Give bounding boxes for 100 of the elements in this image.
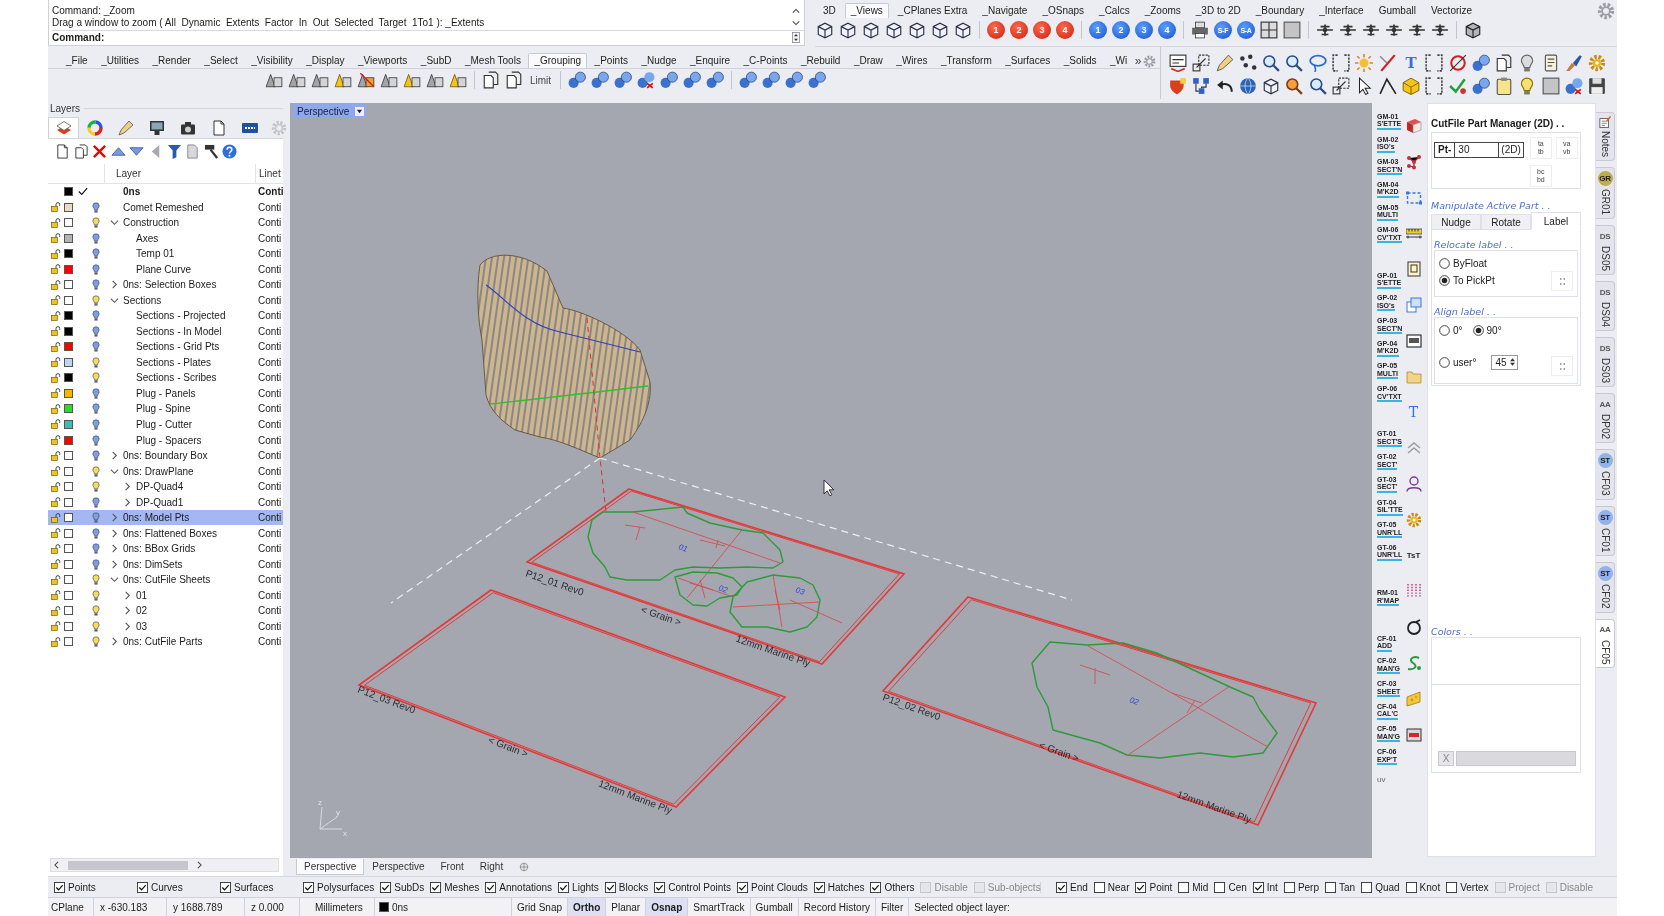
toolbar-tab[interactable]: _Transform <box>934 53 998 68</box>
light-bulb-icon[interactable] <box>92 263 100 275</box>
chevron-right-icon[interactable] <box>110 280 119 290</box>
checkbox[interactable] <box>604 881 616 893</box>
spheres-icon[interactable] <box>1471 77 1490 95</box>
solids-icon[interactable] <box>334 71 352 89</box>
toolbar-tab[interactable]: _Utilities <box>95 53 145 68</box>
side-panel-tab[interactable]: DS DS03 <box>1596 337 1615 388</box>
numbered-view-button[interactable]: 2 <box>1010 21 1028 39</box>
chevron-right-icon[interactable] <box>110 637 119 647</box>
open-padlock-icon[interactable] <box>51 279 61 290</box>
column-header[interactable]: Linet <box>255 163 283 183</box>
toolbar-tab[interactable]: _Rebuild <box>794 53 847 68</box>
light-bulb-icon[interactable] <box>92 512 100 524</box>
horizontal-scrollbar[interactable] <box>50 858 279 872</box>
layer-row[interactable]: Sections - Projected Conti <box>48 308 283 324</box>
help-icon[interactable] <box>222 143 238 159</box>
status-toggle[interactable]: Ortho <box>568 898 607 916</box>
layer-row[interactable]: Sections Conti <box>48 292 283 309</box>
document-icon[interactable] <box>55 143 70 159</box>
light-bulb-icon[interactable] <box>92 620 100 632</box>
caret-icon[interactable] <box>355 106 365 116</box>
square-icon[interactable] <box>1541 77 1560 95</box>
light-bulb-icon[interactable] <box>92 294 100 306</box>
light-bulb-icon[interactable] <box>92 450 100 461</box>
spinner-icon[interactable] <box>792 32 800 43</box>
layer-color-swatch[interactable] <box>379 902 389 912</box>
light-bulb-icon[interactable] <box>92 434 100 446</box>
magnifier-icon[interactable] <box>1285 77 1304 95</box>
clipboard-icon[interactable] <box>1495 77 1514 95</box>
layer-color-swatch[interactable] <box>64 435 73 445</box>
chevron-down-icon[interactable] <box>110 466 119 476</box>
scroll-up-icon[interactable] <box>792 8 800 14</box>
light-bulb-icon[interactable] <box>92 543 100 555</box>
checkbox[interactable] <box>737 881 749 893</box>
framed-document-icon[interactable] <box>1405 261 1422 278</box>
text-tool-button[interactable]: TsT <box>1405 547 1422 564</box>
open-padlock-icon[interactable] <box>51 403 61 414</box>
checkbox[interactable] <box>1405 881 1417 893</box>
airplane-icon[interactable] <box>1339 21 1357 39</box>
toolbar-tab[interactable]: _Viewports <box>352 53 414 68</box>
airplane-icon[interactable] <box>1362 21 1380 39</box>
spheres-icon[interactable] <box>785 71 804 89</box>
toolbar-tab[interactable]: _Wi <box>1104 53 1134 68</box>
document-icon[interactable] <box>210 119 227 136</box>
solids-icon[interactable] <box>311 71 329 89</box>
layer-color-swatch[interactable] <box>64 388 73 398</box>
cube-icon[interactable] <box>816 21 834 39</box>
checkbox[interactable] <box>1325 881 1336 893</box>
light-bulb-icon[interactable] <box>92 325 100 337</box>
toolbar-tab[interactable]: _Mesh Tools <box>458 53 527 68</box>
light-bulb-icon[interactable] <box>92 419 100 430</box>
light-bulb-icon[interactable] <box>92 201 100 213</box>
layer-row[interactable]: DP-Quad4 Conti <box>48 478 283 495</box>
cube-icon[interactable] <box>908 21 926 39</box>
brackets-icon[interactable] <box>1425 54 1444 72</box>
checkbox[interactable] <box>380 881 392 893</box>
ring-icon[interactable] <box>1405 619 1422 636</box>
layer-row[interactable]: 0ns Conti <box>48 184 283 200</box>
dashed-frame-icon[interactable] <box>1405 189 1422 206</box>
gear-icon[interactable] <box>1588 54 1607 72</box>
magnifier-icon[interactable] <box>1308 77 1327 95</box>
layer-row[interactable]: Temp 01 Conti <box>48 246 283 262</box>
macro-button[interactable]: uv <box>1375 767 1404 791</box>
checkbox[interactable] <box>1252 881 1264 893</box>
globe-icon[interactable] <box>1238 77 1257 95</box>
layer-row[interactable]: 0ns: DimSets Conti <box>48 556 283 572</box>
screen-icon[interactable] <box>1405 332 1422 349</box>
lasso-icon[interactable] <box>1308 54 1327 72</box>
checkbox[interactable] <box>220 881 231 893</box>
layer-row[interactable]: DP-Quad1 Conti <box>48 494 283 510</box>
light-bulb-icon[interactable] <box>92 636 100 648</box>
light-bulb-icon[interactable] <box>92 279 100 291</box>
light-bulb-icon[interactable] <box>92 387 100 399</box>
cube-icon[interactable] <box>954 21 972 39</box>
spheres-icon[interactable] <box>568 71 587 89</box>
side-panel-tab[interactable]: GR GR01 <box>1596 167 1615 220</box>
spheres-icon[interactable] <box>1565 77 1584 95</box>
magnifier-icon[interactable] <box>1285 54 1304 72</box>
spheres-icon[interactable] <box>660 71 679 89</box>
layer-color-swatch[interactable] <box>64 621 73 631</box>
color-wheel-icon[interactable] <box>86 119 103 136</box>
toolbar-tab[interactable]: _Boundary <box>1249 3 1311 18</box>
light-bulb-icon[interactable] <box>92 527 100 539</box>
checkbox[interactable] <box>1056 881 1067 893</box>
layer-color-swatch[interactable] <box>64 404 73 414</box>
side-panel-tab[interactable]: DS DS05 <box>1596 225 1615 276</box>
chevron-right-icon[interactable] <box>123 621 132 631</box>
light-bulb-icon[interactable] <box>92 558 100 570</box>
layer-row[interactable]: Sections - Plates Conti <box>48 354 283 371</box>
cube-icon[interactable] <box>885 21 903 39</box>
toolbar-tab[interactable]: _Navigate <box>976 3 1034 18</box>
chevron-down-icon[interactable] <box>110 575 119 585</box>
checkbox[interactable] <box>1283 881 1295 893</box>
column-header[interactable]: Layer <box>104 163 255 183</box>
open-padlock-icon[interactable] <box>51 466 61 477</box>
layer-color-swatch[interactable] <box>64 575 73 585</box>
hammer-icon[interactable] <box>203 143 219 159</box>
toolbar-tab[interactable]: _Grouping <box>528 53 588 68</box>
documents-icon[interactable] <box>482 71 500 89</box>
